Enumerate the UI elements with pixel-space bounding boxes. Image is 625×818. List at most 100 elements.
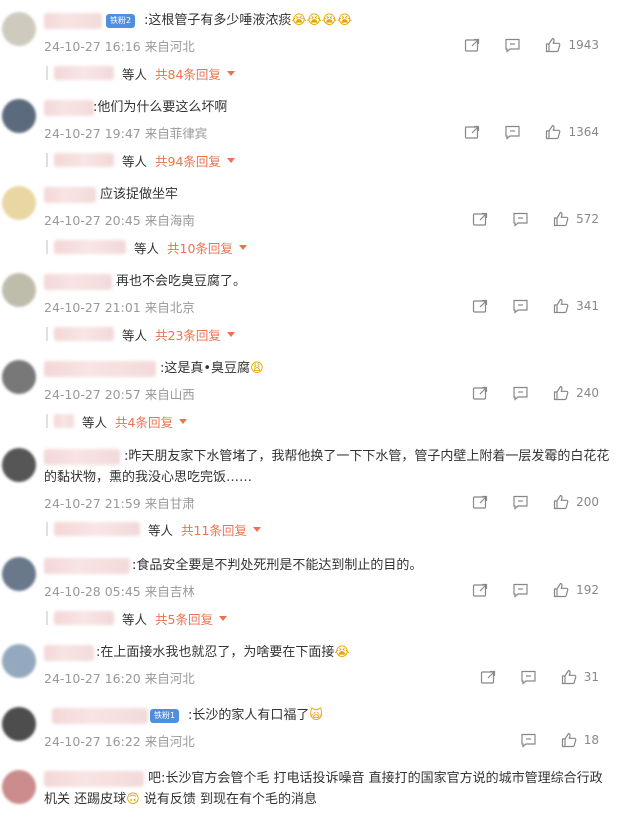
comment-icon[interactable] [512,494,529,510]
thumbs-up-icon [553,582,569,598]
thumbs-up-icon [553,298,569,314]
reply-count[interactable]: 共5条回复 [155,609,213,628]
reply-count[interactable]: 共10条回复 [167,238,233,257]
share-icon[interactable] [472,494,488,510]
comment-item: 吧:长沙官方会管个毛 打电话投诉噪音 直接打的国家官方说的城市管理综合行政机关 … [0,768,625,818]
reply-summary[interactable]: 等人 共23条回复 [46,325,235,343]
comment-item: :这是真•臭豆腐😩 24-10-27 20:57 来自山西 240 等人 共4条… [0,358,625,438]
comment-meta: 24-10-27 16:22 来自河北 [44,731,195,750]
username-blurred[interactable] [44,13,102,29]
comment-icon[interactable] [520,732,537,748]
reply-divider [46,240,48,254]
location: 来自河北 [144,734,195,749]
avatar[interactable] [2,448,36,482]
like-count: 572 [576,212,599,226]
comment-icon[interactable] [512,385,529,401]
reply-count[interactable]: 共94条回复 [155,151,221,170]
comment-item: 应该捉做坐牢 24-10-27 20:45 来自海南 572 等人 共10条回复 [0,184,625,264]
like-button[interactable]: 31 [561,669,599,685]
share-icon[interactable] [472,298,488,314]
avatar[interactable] [2,707,36,741]
reply-usernames-blurred [54,153,114,167]
reply-count[interactable]: 共11条回复 [181,520,247,539]
avatar[interactable] [2,186,36,220]
location: 来自甘肃 [144,496,195,511]
avatar[interactable] [2,99,36,133]
share-icon[interactable] [472,385,488,401]
reply-people: 等人 [148,522,174,538]
comment-icon[interactable] [520,669,537,685]
like-button[interactable]: 240 [553,385,599,401]
action-bar: 240 [472,384,599,402]
comment-text: :在上面接水我也就忍了，为啥要在下面接😭 [96,645,350,660]
comment-icon[interactable] [512,582,529,598]
username-blurred[interactable] [44,274,112,290]
location: 来自山西 [144,387,195,402]
comment-icon[interactable] [512,298,529,314]
avatar[interactable] [2,273,36,307]
username-blurred[interactable] [44,100,94,116]
timestamp: 24-10-27 16:16 [44,39,141,54]
username-blurred[interactable] [44,187,96,203]
avatar[interactable] [2,360,36,394]
chevron-down-icon[interactable] [218,615,227,621]
share-icon[interactable] [464,37,480,53]
comment-icon[interactable] [504,37,521,53]
comment-text: :这根管子有多少唾液浓痰😭😭😭😭 [144,13,353,28]
comment-icon[interactable] [512,211,529,227]
avatar[interactable] [2,770,36,804]
reply-count[interactable]: 共23条回复 [155,325,221,344]
reply-usernames-blurred [54,414,74,428]
username-blurred[interactable] [52,708,148,724]
chevron-down-icon[interactable] [178,418,187,424]
share-icon[interactable] [472,211,488,227]
reply-summary[interactable]: 等人 共11条回复 [46,520,261,538]
reply-summary[interactable]: 等人 共10条回复 [46,238,247,256]
comment-meta: 24-10-27 16:16 来自河北 [44,36,195,55]
chevron-down-icon[interactable] [252,526,261,532]
action-bar: 200 [472,493,599,511]
emoji: 🙃 [126,792,140,807]
comment-item: :食品安全要是不判处死刑是不能达到制止的目的。 24-10-28 05:45 来… [0,555,625,635]
like-button[interactable]: 200 [553,494,599,510]
comment-meta: 24-10-27 21:59 来自甘肃 [44,493,195,512]
reply-summary[interactable]: 等人 共5条回复 [46,609,227,627]
reply-count[interactable]: 共4条回复 [115,412,173,431]
timestamp: 24-10-28 05:45 [44,584,141,599]
like-button[interactable]: 18 [561,732,599,748]
avatar[interactable] [2,557,36,591]
chevron-down-icon[interactable] [226,331,235,337]
like-button[interactable]: 572 [553,211,599,227]
chevron-down-icon[interactable] [226,157,235,163]
reply-count[interactable]: 共84条回复 [155,64,221,83]
action-bar: 31 [480,668,599,686]
avatar[interactable] [2,644,36,678]
reply-summary[interactable]: 等人 共4条回复 [46,412,187,430]
like-count: 31 [583,670,599,684]
comment-meta: 24-10-27 20:57 来自山西 [44,384,195,403]
fan-badge: 铁粉2 [106,14,136,28]
like-button[interactable]: 1943 [545,37,599,53]
location: 来自北京 [144,300,195,315]
chevron-down-icon[interactable] [226,70,235,76]
thumbs-up-icon [545,37,561,53]
share-icon[interactable] [464,124,480,140]
reply-summary[interactable]: 等人 共94条回复 [46,151,235,169]
chevron-down-icon[interactable] [238,244,247,250]
share-icon[interactable] [472,582,488,598]
username-blurred[interactable] [44,645,94,661]
share-icon[interactable] [480,669,496,685]
username-blurred[interactable] [44,361,156,377]
thumbs-up-icon [561,732,577,748]
reply-summary[interactable]: 等人 共84条回复 [46,64,235,82]
like-button[interactable]: 192 [553,582,599,598]
like-count: 341 [576,299,599,313]
thumbs-up-icon [553,211,569,227]
like-button[interactable]: 341 [553,298,599,314]
like-button[interactable]: 1364 [545,124,599,140]
comment-text: 吧:长沙官方会管个毛 打电话投诉噪音 直接打的国家官方说的城市管理综合行政机关 … [44,771,603,807]
comment-icon[interactable] [504,124,521,140]
username-blurred[interactable] [44,558,130,574]
avatar[interactable] [2,12,36,46]
comment-text: :昨天朋友家下水管堵了，我帮他换了一下下水管，管子内壁上附着一层发霉的白花花的黏… [44,449,610,485]
